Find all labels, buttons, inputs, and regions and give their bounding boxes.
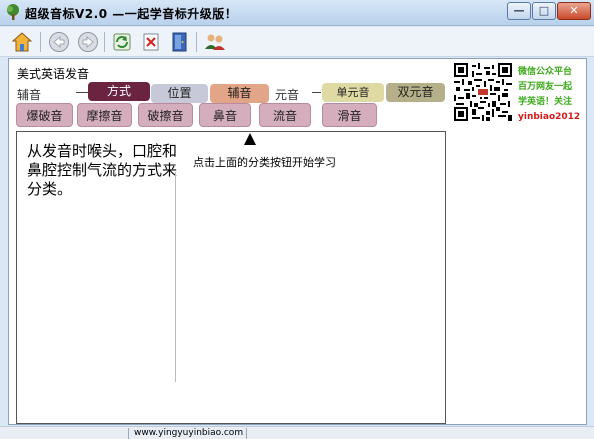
promo-line-3: 学英语！关注 xyxy=(518,97,573,107)
vowel-label: 元音 xyxy=(275,88,300,102)
hint-arrow-icon xyxy=(244,133,256,145)
exit-button[interactable] xyxy=(168,30,192,54)
back-arrow-icon xyxy=(49,32,69,52)
toolbar-separator xyxy=(196,32,197,52)
delete-button[interactable] xyxy=(139,30,163,54)
users-icon xyxy=(205,34,225,50)
status-url: www.yingyuyinbiao.com xyxy=(134,428,244,438)
delete-icon xyxy=(143,33,159,51)
toolbar-separator xyxy=(104,32,105,52)
sub-button-affricate[interactable]: 破擦音 xyxy=(138,103,193,127)
forward-button[interactable] xyxy=(76,30,100,54)
qr-code-image xyxy=(454,63,512,121)
maximize-button[interactable]: □ xyxy=(532,2,556,20)
toolbar xyxy=(0,27,594,57)
refresh-button[interactable] xyxy=(110,30,134,54)
home-icon xyxy=(11,32,33,52)
refresh-icon xyxy=(113,33,131,51)
status-separator xyxy=(246,428,247,439)
toolbar-separator xyxy=(40,32,41,52)
consonant-label: 辅音 xyxy=(17,88,42,102)
status-bar: www.yingyuyinbiao.com xyxy=(0,426,594,439)
category-consonant-button[interactable]: 辅音 xyxy=(210,84,269,103)
close-button[interactable]: ✕ xyxy=(557,2,591,20)
sub-button-glide[interactable]: 滑音 xyxy=(322,103,377,127)
vowel-dash xyxy=(312,92,321,93)
promo-text: 微信公众平台 百万网友一起 学英语！关注 yinbiao2012 xyxy=(518,65,584,125)
home-button[interactable] xyxy=(10,30,34,54)
content-divider xyxy=(175,172,176,382)
content-area: 从发音时喉头，口腔和鼻腔控制气流的方式来分类。 点击上面的分类按钮开始学习 xyxy=(16,131,446,424)
main-panel: 美式英语发音 辅音 方式 位置 辅音 元音 单元音 双元音 爆破音 摩擦音 破擦… xyxy=(8,58,587,425)
sub-button-fricative[interactable]: 摩擦音 xyxy=(77,103,132,127)
status-separator xyxy=(128,428,129,439)
category-position-button[interactable]: 位置 xyxy=(151,84,208,103)
sub-button-nasal[interactable]: 鼻音 xyxy=(199,103,251,127)
category-diphthong-button[interactable]: 双元音 xyxy=(386,83,445,102)
promo-line-2: 百万网友一起 xyxy=(518,82,573,92)
back-button[interactable] xyxy=(47,30,71,54)
minimize-button[interactable]: — xyxy=(507,2,531,20)
tree-icon xyxy=(7,4,19,20)
promo-line-1: 微信公众平台 xyxy=(518,67,573,77)
exit-door-icon xyxy=(172,32,187,52)
section-title: 美式英语发音 xyxy=(17,67,90,81)
promo-account: yinbiao2012 xyxy=(518,112,581,122)
consonant-dash xyxy=(76,92,88,93)
category-monophthong-button[interactable]: 单元音 xyxy=(322,83,384,102)
description-text: 从发音时喉头，口腔和鼻腔控制气流的方式来分类。 xyxy=(27,142,178,198)
users-button[interactable] xyxy=(203,30,227,54)
window-title: 超级音标V2.0 —一起学音标升级版！ xyxy=(25,7,238,21)
sub-button-liquid[interactable]: 流音 xyxy=(259,103,311,127)
forward-arrow-icon xyxy=(78,32,98,52)
sub-button-plosive[interactable]: 爆破音 xyxy=(16,103,73,127)
title-bar[interactable]: 超级音标V2.0 —一起学音标升级版！ — □ ✕ xyxy=(0,0,594,26)
category-manner-button[interactable]: 方式 xyxy=(88,82,150,101)
hint-text: 点击上面的分类按钮开始学习 xyxy=(193,156,336,169)
